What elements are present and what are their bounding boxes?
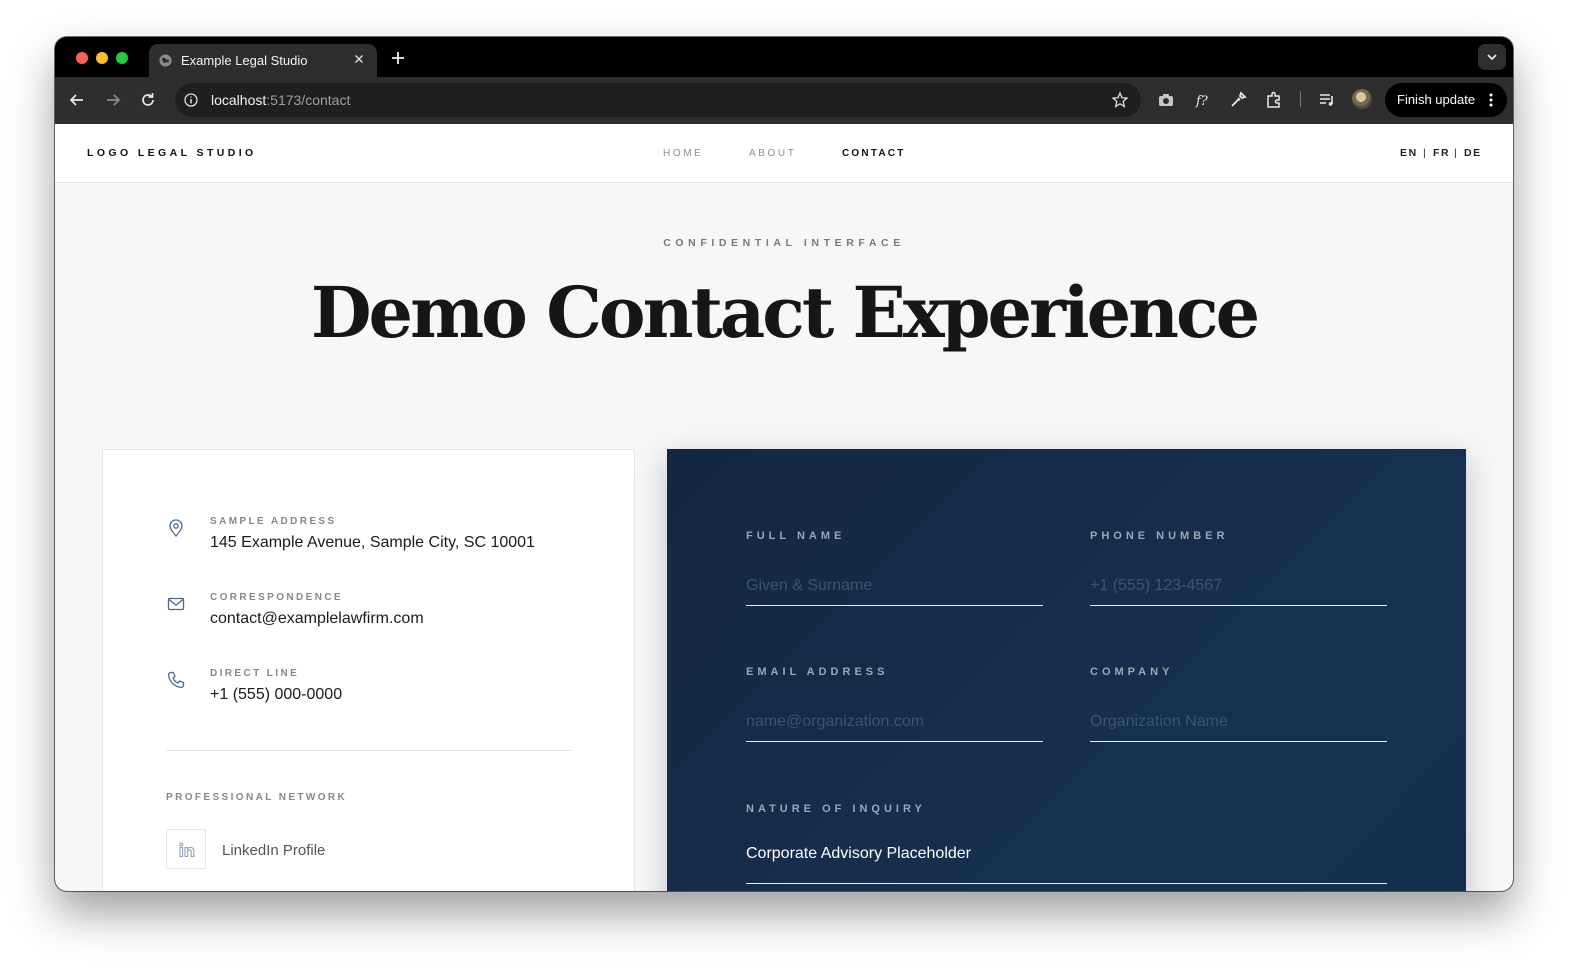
chevron-down-icon	[1487, 54, 1497, 61]
tab-title: Example Legal Studio	[181, 53, 308, 68]
nav-link-home[interactable]: HOME	[663, 148, 703, 159]
nav-link-about[interactable]: ABOUT	[749, 148, 796, 159]
section-divider	[166, 750, 571, 751]
inquiry-label: NATURE OF INQUIRY	[746, 803, 926, 815]
page-title: Demo Contact Experience	[310, 271, 1260, 354]
address-label: SAMPLE ADDRESS	[210, 516, 337, 527]
contact-info-card: SAMPLE ADDRESS 145 Example Avenue, Sampl…	[102, 449, 635, 891]
email-address-label: EMAIL ADDRESS	[746, 666, 889, 678]
inquiry-selected-value: Corporate Advisory Placeholder	[746, 845, 972, 862]
nav-link-contact[interactable]: CONTACT	[842, 148, 906, 159]
media-controls-icon[interactable]	[1317, 90, 1337, 110]
linkedin-button[interactable]	[166, 829, 206, 869]
close-window-button[interactable]	[76, 52, 88, 64]
company-field: COMPANY	[1090, 666, 1387, 756]
tab-search-button[interactable]	[1478, 44, 1506, 70]
full-name-input[interactable]	[746, 566, 1043, 606]
inquiry-underline	[746, 883, 1387, 884]
email-link[interactable]: contact@examplelawfirm.com	[210, 610, 424, 628]
globe-icon	[159, 54, 172, 67]
finish-update-button[interactable]: Finish update	[1385, 83, 1507, 117]
inquiry-field: NATURE OF INQUIRY Corporate Advisory Pla…	[746, 803, 1387, 891]
language-separator: |	[1423, 147, 1426, 159]
network-label: PROFESSIONAL NETWORK	[166, 792, 348, 803]
browser-window: Example Legal Studio localhost:5173/cont…	[55, 37, 1513, 891]
phone-label: DIRECT LINE	[210, 668, 300, 679]
phone-link[interactable]: +1 (555) 000-0000	[210, 686, 342, 704]
linkedin-icon	[179, 842, 195, 858]
camera-icon[interactable]	[1156, 90, 1176, 110]
reload-icon[interactable]	[138, 90, 158, 110]
company-input[interactable]	[1090, 702, 1387, 742]
address-row: SAMPLE ADDRESS 145 Example Avenue, Sampl…	[166, 516, 586, 566]
email-label: CORRESPONDENCE	[210, 592, 344, 603]
more-vertical-icon[interactable]	[1483, 92, 1499, 108]
extensions-puzzle-icon[interactable]	[1264, 90, 1284, 110]
browser-toolbar: localhost:5173/contact f?	[55, 77, 1513, 124]
mail-icon	[167, 597, 185, 611]
phone-row: DIRECT LINE +1 (555) 000-0000	[166, 668, 586, 718]
formula-icon[interactable]: f?	[1193, 90, 1213, 110]
eyedropper-icon[interactable]	[1228, 90, 1248, 110]
email-address-input[interactable]	[746, 702, 1043, 742]
maximize-window-button[interactable]	[116, 52, 128, 64]
language-separator: |	[1454, 147, 1457, 159]
back-arrow-icon[interactable]	[67, 90, 87, 110]
phone-number-field: PHONE NUMBER	[1090, 530, 1387, 620]
profile-avatar[interactable]	[1352, 89, 1372, 109]
language-en[interactable]: EN	[1400, 147, 1418, 159]
full-name-label: FULL NAME	[746, 530, 846, 542]
address-bar[interactable]: localhost:5173/contact	[175, 83, 1141, 117]
toolbar-divider	[1300, 91, 1301, 107]
browser-tab-active[interactable]: Example Legal Studio	[149, 44, 377, 77]
url-text: localhost:5173/contact	[211, 92, 351, 108]
phone-number-input[interactable]	[1090, 566, 1387, 606]
contact-form: FULL NAME PHONE NUMBER EMAIL ADDRESS COM…	[667, 449, 1466, 891]
site-logo[interactable]: LOGO LEGAL STUDIO	[87, 147, 257, 159]
finish-update-label: Finish update	[1397, 92, 1476, 107]
address-value: 145 Example Avenue, Sample City, SC 1000…	[210, 534, 535, 551]
language-de[interactable]: DE	[1464, 147, 1482, 159]
site-info-icon[interactable]	[183, 92, 199, 108]
map-pin-icon	[169, 519, 183, 538]
language-fr[interactable]: FR	[1433, 147, 1450, 159]
minimize-window-button[interactable]	[96, 52, 108, 64]
forward-arrow-icon[interactable]	[103, 90, 123, 110]
email-field: EMAIL ADDRESS	[746, 666, 1043, 756]
tab-strip: Example Legal Studio	[55, 37, 1513, 77]
company-label: COMPANY	[1090, 666, 1174, 678]
close-icon[interactable]	[351, 51, 367, 67]
site-header: LOGO LEGAL STUDIO HOME ABOUT CONTACT EN …	[55, 124, 1513, 183]
hero-eyebrow: CONFIDENTIAL INTERFACE	[663, 237, 905, 249]
web-page: LOGO LEGAL STUDIO HOME ABOUT CONTACT EN …	[55, 124, 1513, 891]
linkedin-link[interactable]: LinkedIn Profile	[222, 842, 325, 859]
full-name-field: FULL NAME	[746, 530, 1043, 620]
phone-number-label: PHONE NUMBER	[1090, 530, 1229, 542]
email-row: CORRESPONDENCE contact@examplelawfirm.co…	[166, 592, 586, 642]
new-tab-icon[interactable]	[388, 49, 408, 67]
svg-text:f?: f?	[1195, 94, 1209, 109]
phone-icon	[167, 671, 185, 689]
bookmark-star-icon[interactable]	[1111, 91, 1129, 109]
